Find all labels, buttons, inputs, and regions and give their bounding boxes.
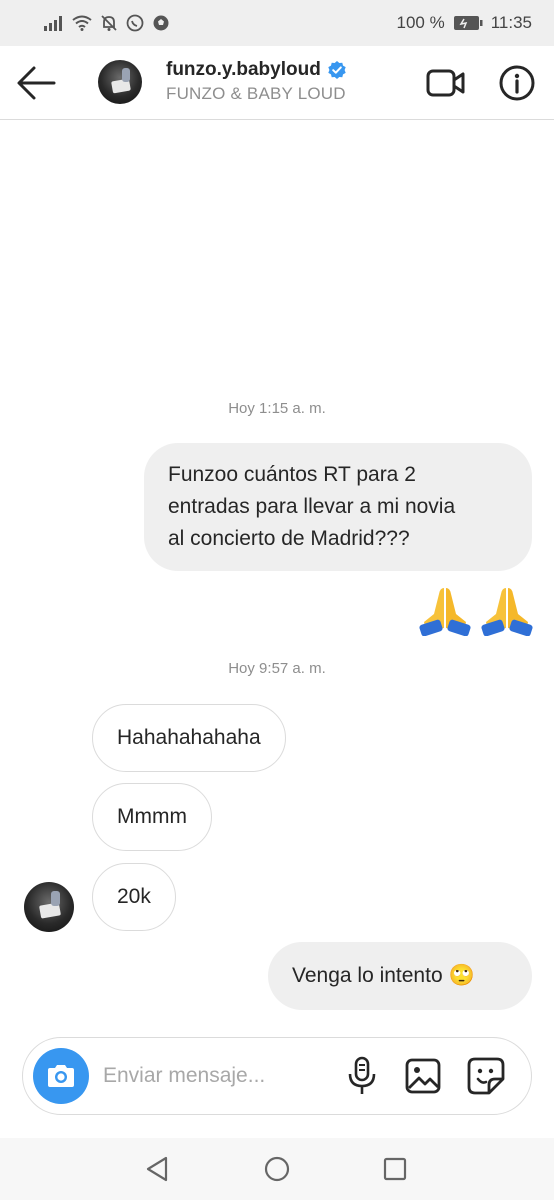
folded-hands-icon [419,588,471,636]
header-title-block[interactable]: funzo.y.babyloud FUNZO & BABY LOUD [166,59,347,104]
username: funzo.y.babyloud [166,59,321,80]
microphone-icon [348,1056,376,1094]
dm-screen: 100 % 11:35 funzo.y.babyloud FUNZO & BAB… [0,0,554,1200]
incoming-message[interactable]: 20k [92,863,176,931]
nav-home-button[interactable] [263,1155,291,1183]
message-line: al concierto de Madrid??? [168,527,410,550]
message-line: entradas para llevar a mi novia [168,495,456,518]
back-button[interactable] [14,63,58,103]
signal-icon [44,15,64,31]
message-input[interactable] [103,1056,333,1096]
avatar[interactable] [98,60,142,104]
nav-back-icon [146,1156,168,1182]
status-bar: 100 % 11:35 [0,0,554,46]
wifi-icon [72,15,92,31]
folded-hands-icon [481,588,533,636]
sticker-icon [467,1057,505,1095]
message-text: Hahahahahaha [117,726,261,749]
incoming-message[interactable]: Hahahahahaha [92,704,286,772]
display-name: FUNZO & BABY LOUD [166,84,346,103]
chat-header: funzo.y.babyloud FUNZO & BABY LOUD [0,46,554,120]
soccer-ball-icon [152,14,170,32]
message-text: Mmmm [117,805,187,828]
video-call-button[interactable] [426,68,466,98]
gallery-button[interactable] [405,1058,441,1094]
info-icon [499,65,535,101]
voice-message-button[interactable] [345,1056,379,1096]
nav-home-icon [264,1156,290,1182]
message-text: Venga lo intento 🙄 [292,964,475,987]
message-composer [22,1037,532,1115]
verified-badge-icon [328,61,346,79]
mute-bell-icon [100,14,118,32]
battery-percent: 100 % [396,13,445,32]
message-timestamp: Hoy 9:57 a. m. [228,660,326,677]
camera-icon [48,1065,74,1087]
outgoing-emoji-message[interactable] [418,582,534,636]
nav-recents-icon [383,1157,407,1181]
camera-button[interactable] [33,1048,89,1104]
nav-back-button[interactable] [144,1155,172,1183]
sender-avatar[interactable] [24,882,74,932]
gallery-icon [405,1058,441,1094]
whatsapp-icon [126,14,144,32]
battery-icon [453,15,483,31]
back-arrow-icon [17,66,56,100]
outgoing-message[interactable]: Venga lo intento 🙄 [268,942,532,1010]
video-call-icon [426,69,465,97]
system-navigation-bar [0,1138,554,1200]
sticker-button[interactable] [467,1057,505,1095]
message-line: Funzoo cuántos RT para 2 [168,463,416,486]
outgoing-message[interactable]: Funzoo cuántos RT para 2 entradas para l… [144,443,532,571]
clock-time: 11:35 [490,13,532,32]
nav-recents-button[interactable] [381,1155,409,1183]
incoming-message[interactable]: Mmmm [92,783,212,851]
message-text: 20k [117,885,151,908]
info-button[interactable] [498,64,536,102]
message-timestamp: Hoy 1:15 a. m. [228,400,326,417]
